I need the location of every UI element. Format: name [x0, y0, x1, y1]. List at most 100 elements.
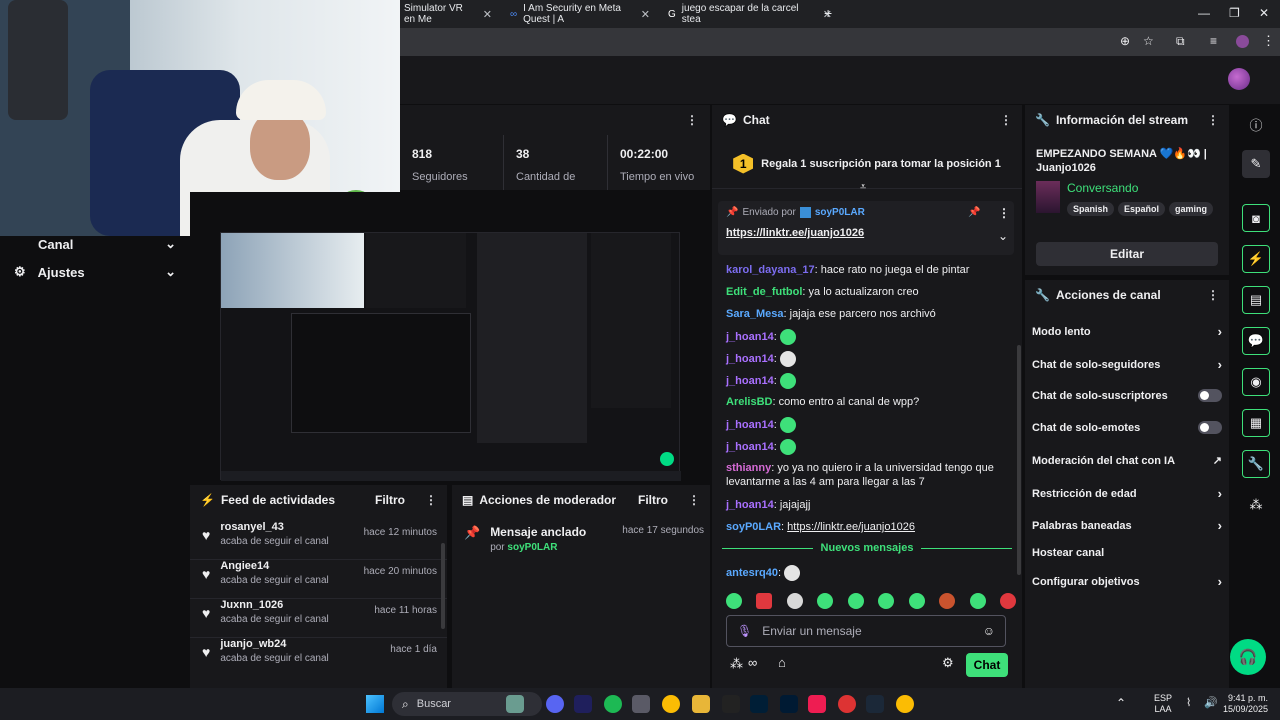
mod-action-user[interactable]: soyP0LAR	[507, 542, 557, 553]
close-icon[interactable]: ✕	[641, 8, 650, 21]
chat-username[interactable]: j_hoan14	[726, 499, 774, 511]
minimize-icon[interactable]: —	[1198, 6, 1210, 20]
more-options-icon[interactable]: ⋮	[425, 493, 437, 507]
folder-icon[interactable]	[692, 695, 710, 713]
photoshop-icon[interactable]	[750, 695, 768, 713]
emote-icon[interactable]	[939, 593, 956, 609]
discord-icon[interactable]	[546, 695, 564, 713]
category-name[interactable]: Conversando	[1067, 181, 1138, 195]
pinned-message[interactable]: 📌 Enviado por soyP0LAR 📌 ⋮ https://linkt…	[718, 201, 1014, 255]
list-item[interactable]: ♥ Juxnn_1026 acaba de seguir el canal hac…	[190, 599, 447, 638]
tag[interactable]: Spanish	[1067, 202, 1115, 216]
action-slow-mode[interactable]: Modo lento ›	[1032, 324, 1222, 339]
windows-start-icon[interactable]	[366, 695, 384, 713]
premiere-icon[interactable]	[574, 695, 592, 713]
emote-icon[interactable]	[908, 593, 925, 609]
avatar[interactable]	[1228, 68, 1250, 90]
spotify-icon[interactable]	[604, 695, 622, 713]
collapse-icon[interactable]: ⩡	[860, 181, 866, 194]
browser-tab-1[interactable]: Simulator VR en Me ✕	[396, 3, 500, 25]
chat-username[interactable]: sthianny	[726, 462, 771, 474]
chat-username[interactable]: karol_dayana_17	[726, 264, 815, 276]
action-host-channel[interactable]: Hostear canal	[1032, 547, 1222, 559]
broadcast-icon[interactable]: ◉	[1242, 368, 1270, 396]
chat-link[interactable]: https://linktr.ee/juanjo1026	[787, 521, 915, 533]
emoji-icon[interactable]: ☺	[983, 624, 995, 638]
chat-username[interactable]: j_hoan14	[726, 353, 774, 365]
menu-icon[interactable]: ⋮	[1262, 33, 1275, 49]
camera-icon[interactable]: ◙	[1242, 204, 1270, 232]
chat-username[interactable]: j_hoan14	[726, 375, 774, 387]
maximize-icon[interactable]: ❐	[1229, 6, 1240, 20]
chat-send-button[interactable]: Chat	[966, 653, 1008, 677]
emote-icon[interactable]	[726, 593, 742, 609]
tiktok-icon[interactable]	[808, 695, 826, 713]
lightning-icon[interactable]: ⚡	[1242, 245, 1270, 273]
more-options-icon[interactable]: ⋮	[686, 113, 698, 127]
action-banned-words[interactable]: Palabras baneadas ›	[1032, 518, 1222, 533]
infinity-icon[interactable]: ∞	[748, 655, 757, 670]
edit-button[interactable]: Editar	[1036, 242, 1218, 266]
pinned-link[interactable]: https://linktr.ee/juanjo1026	[726, 227, 864, 239]
chat-username[interactable]: antesrq40	[726, 567, 778, 579]
emote-icon[interactable]	[999, 593, 1016, 609]
game-taskbar-icon[interactable]	[506, 695, 524, 713]
steam-icon[interactable]	[866, 695, 884, 713]
more-options-icon[interactable]: ⋮	[1000, 113, 1012, 127]
stream-preview[interactable]	[190, 192, 710, 482]
clock[interactable]: 9:41 p. m. 15/09/2025	[1222, 693, 1268, 715]
emote-icon[interactable]	[969, 593, 986, 609]
wrench-icon[interactable]: 🔧	[1242, 450, 1270, 478]
scrollbar[interactable]	[441, 543, 445, 629]
sidebar-item-settings[interactable]: ⚙ Ajustes ⌄	[14, 264, 176, 280]
document-icon[interactable]: ▤	[1242, 286, 1270, 314]
microphone-icon[interactable]: 🎙	[737, 624, 752, 638]
chat-username[interactable]: Sara_Mesa	[726, 308, 784, 320]
volume-icon[interactable]: 🔊	[1204, 696, 1218, 709]
browser-tab-2[interactable]: ∞ I Am Security en Meta Quest | A ✕	[502, 3, 658, 25]
chat-username[interactable]: j_hoan14	[726, 419, 774, 431]
language-indicator[interactable]: ESP LAA	[1154, 693, 1172, 715]
chevron-down-icon[interactable]: ⌄	[998, 229, 1008, 243]
more-options-icon[interactable]: ⋮	[688, 493, 700, 507]
tag[interactable]: Español	[1118, 202, 1166, 216]
chrome-icon[interactable]	[896, 695, 914, 713]
zoom-icon[interactable]: ⊕	[1120, 34, 1130, 48]
filter-button[interactable]: Filtro	[638, 493, 668, 507]
info-icon[interactable]: ⓘ	[1242, 110, 1270, 138]
action-configure-goals[interactable]: Configurar objetivos ›	[1032, 574, 1222, 589]
tag[interactable]: gaming	[1169, 202, 1214, 216]
more-options-icon[interactable]: ⋮	[1207, 288, 1219, 302]
list-item[interactable]: ♥ rosanyel_43 acaba de seguir el canal ha…	[190, 521, 447, 560]
close-icon[interactable]: ✕	[483, 8, 492, 21]
epic-games-icon[interactable]	[722, 695, 740, 713]
emote-icon[interactable]	[786, 593, 803, 609]
profile-icon[interactable]	[1236, 35, 1249, 48]
pin-icon[interactable]: 📌	[968, 207, 980, 218]
media-icon[interactable]: ≡	[1210, 34, 1217, 48]
app-icon[interactable]	[838, 695, 856, 713]
action-followers-only[interactable]: Chat de solo-seguidores ›	[1032, 357, 1222, 372]
chat-username[interactable]: soyP0LAR	[726, 521, 781, 533]
subscribers-only-toggle[interactable]	[1198, 389, 1222, 402]
chat-input[interactable]: 🎙 Enviar un mensaje ☺	[726, 615, 1006, 647]
chrome-icon[interactable]	[662, 695, 680, 713]
category-thumbnail[interactable]	[1036, 181, 1060, 213]
chat-bubble-icon[interactable]: 💬	[1242, 327, 1270, 355]
filter-button[interactable]: Filtro	[375, 493, 405, 507]
chat-username[interactable]: Edit_de_futbol	[726, 286, 802, 298]
browser-tab-3[interactable]: G juego escapar de la carcel stea ✕	[660, 3, 840, 25]
emote-icon[interactable]	[756, 593, 773, 609]
emote-icon[interactable]	[878, 593, 895, 609]
bits-icon[interactable]: ⁂	[730, 656, 743, 672]
mod-action-item[interactable]: 📌 Mensaje anclado por soyP0LAR hace 17 s…	[464, 525, 704, 553]
scrollbar[interactable]	[1017, 345, 1021, 575]
bookmark-star-icon[interactable]: ☆	[1143, 34, 1154, 48]
app-icon[interactable]	[632, 695, 650, 713]
hype-train-banner[interactable]: 1 Regala 1 suscripción para tomar la pos…	[712, 139, 1022, 189]
action-ai-moderation[interactable]: Moderación del chat con IA ↗	[1032, 454, 1222, 468]
extensions-icon[interactable]: ⧉	[1176, 34, 1185, 49]
action-emote-only[interactable]: Chat de solo-emotes	[1032, 421, 1222, 434]
chevron-up-icon[interactable]: ⌃	[1116, 696, 1126, 710]
list-item[interactable]: ♥ Angiee14 acaba de seguir el canal hace …	[190, 560, 447, 599]
